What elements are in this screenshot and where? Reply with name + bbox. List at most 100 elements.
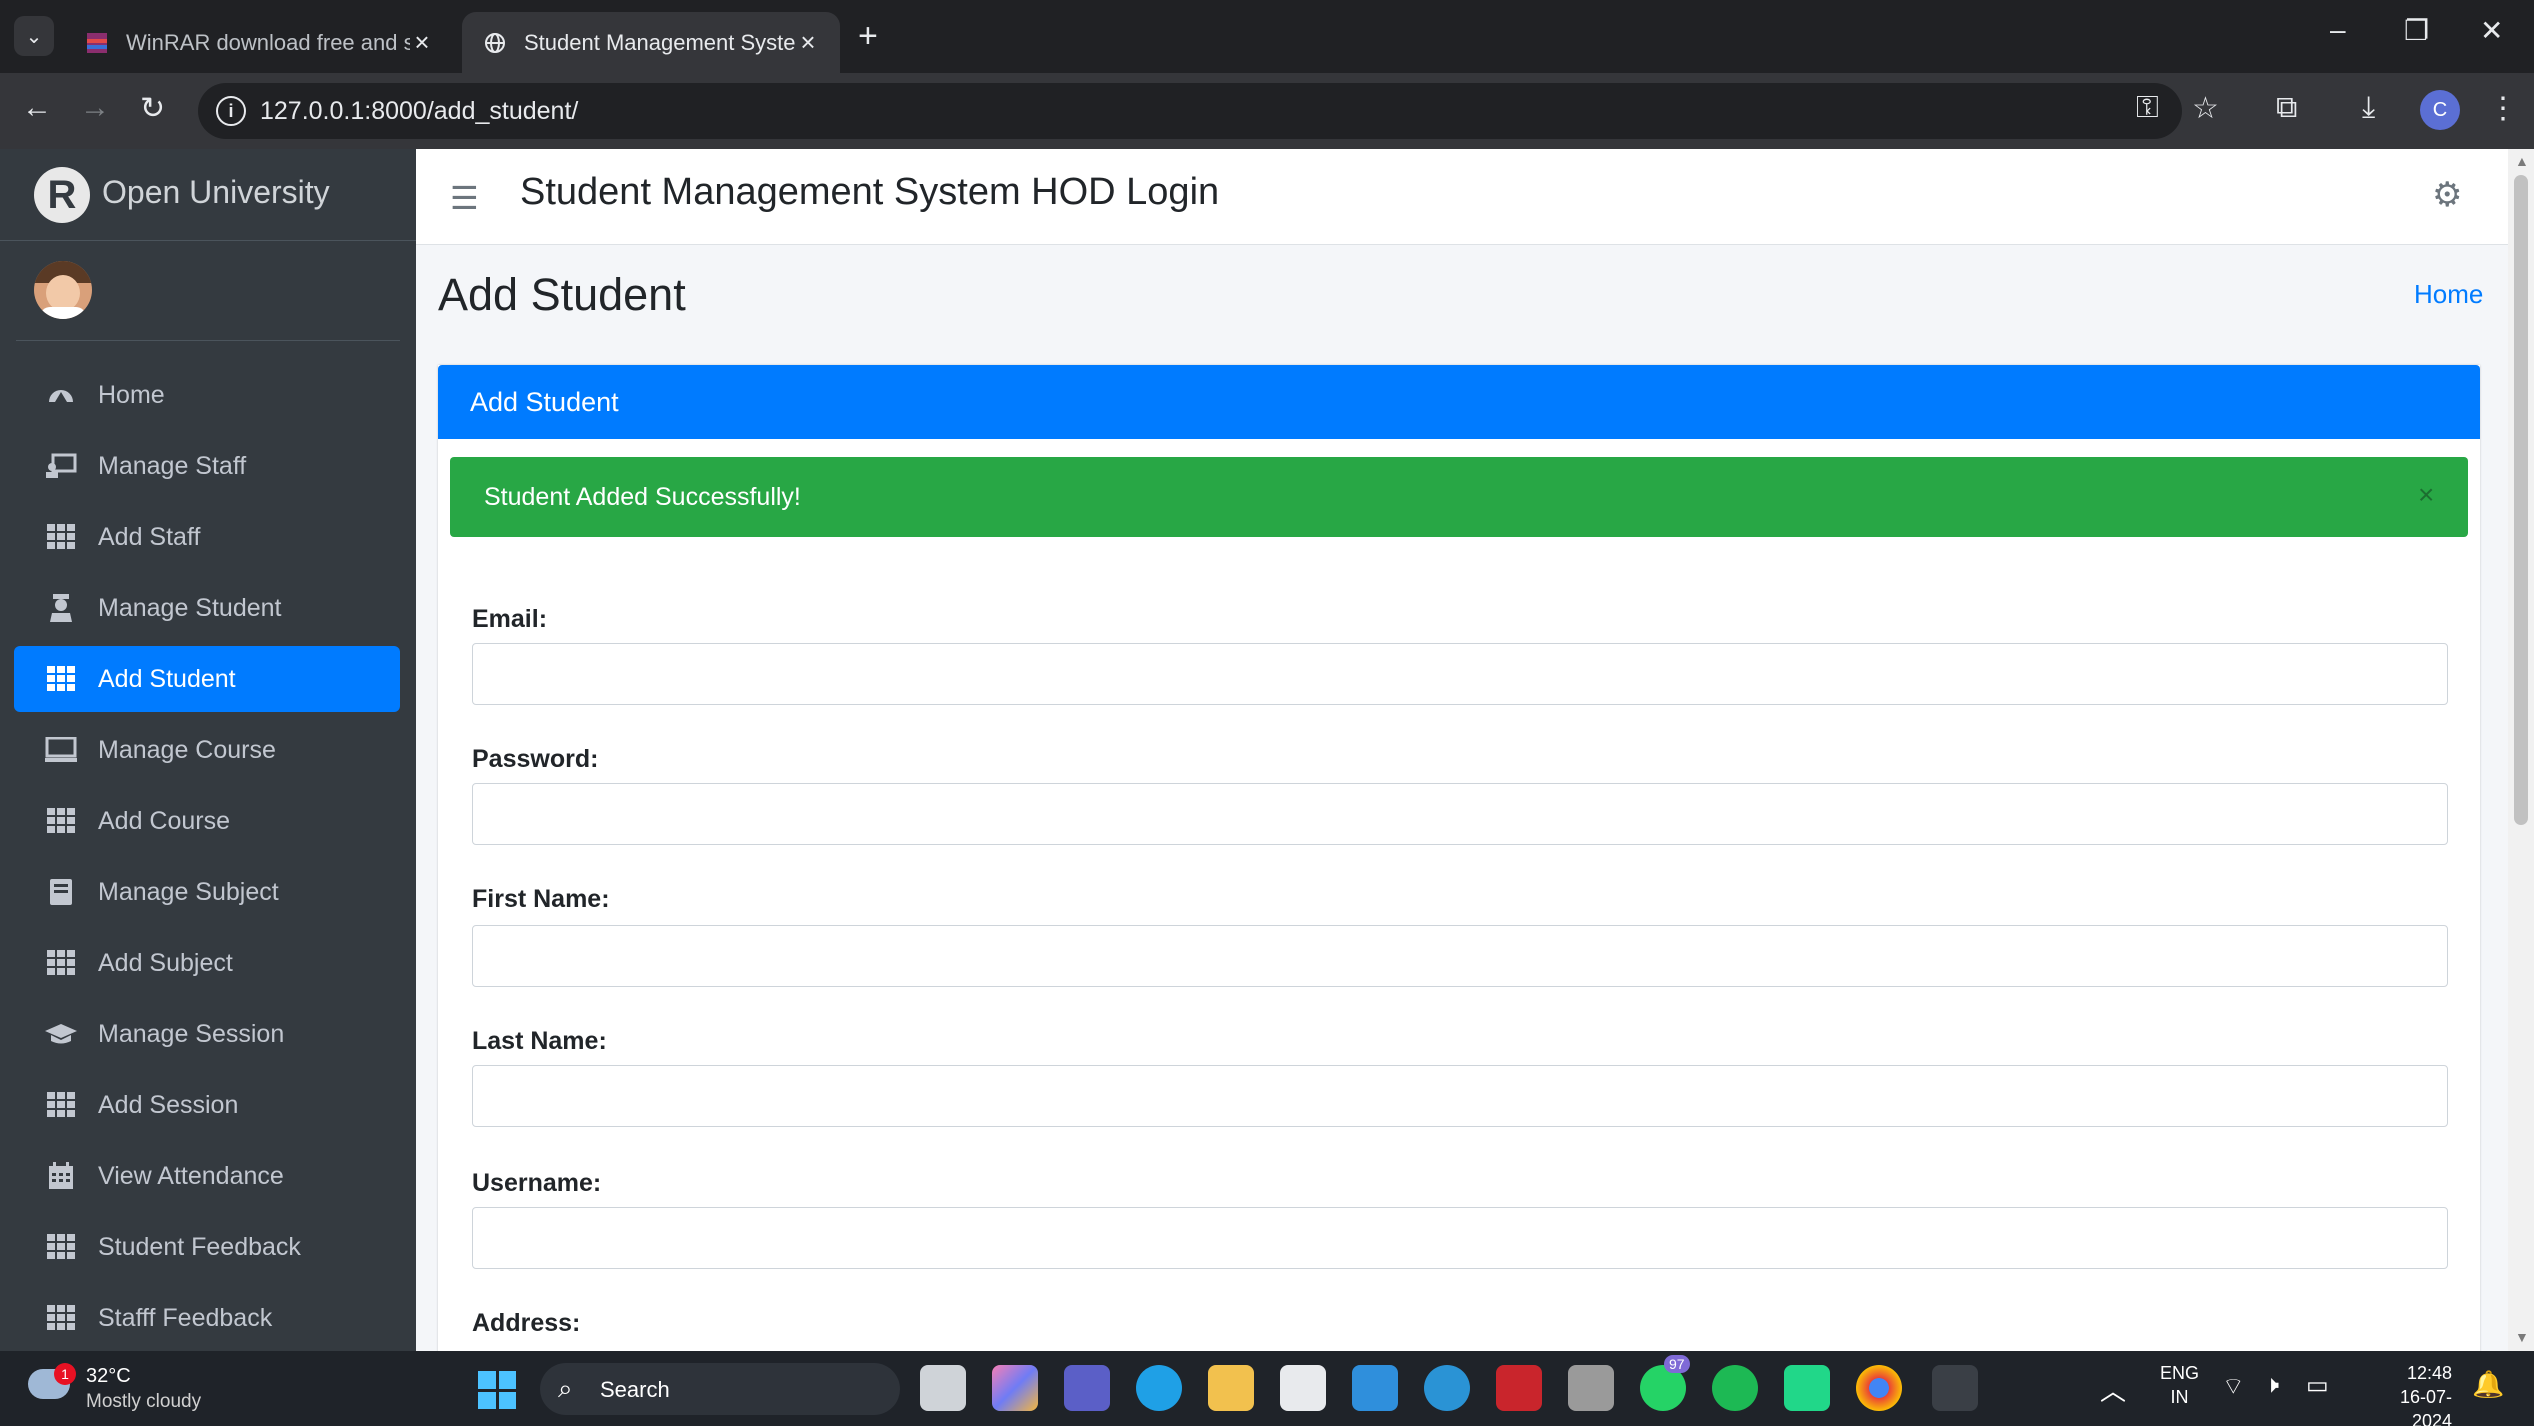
system-clock[interactable]: 12:48 16-07-2024 — [2360, 1361, 2452, 1426]
password-field[interactable] — [472, 783, 2448, 845]
reload-icon[interactable]: ↻ — [140, 91, 165, 126]
breadcrumb-home-link[interactable]: Home — [2414, 279, 2483, 310]
card-header: Add Student — [438, 365, 2480, 439]
sidebar-item-label: Manage Course — [98, 735, 276, 764]
sidebar-item-add-staff[interactable]: Add Staff — [14, 504, 400, 570]
back-arrow-icon[interactable]: ← — [22, 91, 52, 125]
wifi-icon[interactable]: ⌔ — [2222, 1371, 2245, 1401]
grid-icon — [44, 522, 78, 552]
clock-time: 12:48 — [2406, 1363, 2452, 1383]
last-name-label: Last Name: — [472, 1027, 607, 1055]
main-content: ☰ Student Management System HOD Login ⚙ … — [416, 149, 2508, 1351]
forward-arrow-icon[interactable]: → — [80, 91, 110, 125]
sidebar-item-label: Add Student — [98, 664, 236, 693]
edge-icon[interactable] — [1136, 1365, 1182, 1411]
sidebar-item-add-student[interactable]: Add Student — [14, 646, 400, 712]
brand-logo: R — [34, 167, 90, 223]
browser-tab-winrar[interactable]: WinRAR download free and sup × — [64, 12, 454, 73]
new-tab-button[interactable]: + — [858, 18, 878, 54]
top-navbar: ☰ Student Management System HOD Login ⚙ — [416, 149, 2508, 245]
brand-link[interactable]: R Open University — [0, 149, 416, 241]
sidebar-item-home[interactable]: Home — [14, 362, 400, 428]
close-tab-icon[interactable]: × — [796, 27, 820, 58]
sidebar-item-label: View Attendance — [98, 1161, 284, 1190]
success-alert: Student Added Successfully! × — [450, 457, 2468, 537]
volume-muted-icon[interactable]: 🕨 — [2264, 1371, 2279, 1399]
sidebar-item-add-subject[interactable]: Add Subject — [14, 930, 400, 996]
window-close-icon[interactable]: ✕ — [2480, 14, 2503, 47]
sidebar-item-manage-session[interactable]: Manage Session — [14, 1001, 400, 1067]
page-scrollbar[interactable]: ▲ ▼ — [2508, 149, 2534, 1351]
address-bar[interactable]: i 127.0.0.1:8000/add_student/ — [198, 83, 2182, 139]
chrome-icon[interactable] — [1856, 1365, 1902, 1411]
microsoft-store-icon[interactable] — [1280, 1365, 1326, 1411]
whatsapp-icon[interactable]: 97 — [1640, 1355, 1690, 1411]
help-icon[interactable] — [1424, 1365, 1470, 1411]
email-field[interactable] — [472, 643, 2448, 705]
chevron-up-icon[interactable]: ︿ — [2100, 1371, 2126, 1408]
username-field[interactable] — [472, 1207, 2448, 1269]
weather-condition: Mostly cloudy — [86, 1391, 202, 1412]
weather-widget[interactable]: 1 32°C Mostly cloudy — [28, 1363, 248, 1417]
sidebar-item-manage-subject[interactable]: Manage Subject — [14, 859, 400, 925]
sidebar-item-manage-course[interactable]: Manage Course — [14, 717, 400, 783]
language-indicator[interactable]: ENG IN — [2160, 1361, 2199, 1409]
search-label: Search — [600, 1377, 670, 1402]
whatsapp-badge: 97 — [1664, 1355, 1690, 1373]
battery-icon[interactable]: ▭ — [2306, 1371, 2329, 1400]
cc-app-icon[interactable] — [1568, 1365, 1614, 1411]
language-region: IN — [2170, 1387, 2189, 1407]
avatar[interactable] — [34, 261, 92, 319]
sidebar-item-label: Student Feedback — [98, 1232, 301, 1261]
site-info-icon[interactable]: i — [216, 96, 246, 126]
hamburger-menu-icon[interactable]: ☰ — [450, 179, 479, 217]
extensions-puzzle-icon[interactable]: ⧉ — [2276, 91, 2297, 125]
tab-search-button[interactable]: ⌄ — [14, 16, 54, 56]
notification-bell-icon[interactable]: 🔔 — [2472, 1369, 2504, 1400]
last-name-field[interactable] — [472, 1065, 2448, 1127]
sidebar-item-staff-feedback[interactable]: Stafff Feedback — [14, 1285, 400, 1351]
first-name-field[interactable] — [472, 925, 2448, 987]
password-key-icon[interactable]: ⚿ — [2136, 91, 2159, 125]
sidebar-item-add-course[interactable]: Add Course — [14, 788, 400, 854]
scrollbar-thumb[interactable] — [2514, 175, 2528, 825]
copilot-icon[interactable] — [992, 1365, 1038, 1411]
minimize-icon[interactable]: – — [2330, 14, 2346, 46]
sidebar-item-manage-staff[interactable]: Manage Staff — [14, 433, 400, 499]
grid-icon — [44, 948, 78, 978]
gear-icon[interactable]: ⚙ — [2432, 175, 2462, 215]
close-tab-icon[interactable]: × — [410, 27, 434, 58]
sidebar-item-add-session[interactable]: Add Session — [14, 1072, 400, 1138]
bookmark-star-icon[interactable]: ☆ — [2192, 91, 2219, 126]
task-view-icon[interactable] — [920, 1365, 966, 1411]
windows-start-icon[interactable] — [478, 1371, 516, 1409]
sidebar-item-label: Add Staff — [98, 522, 201, 551]
file-explorer-icon[interactable] — [1208, 1365, 1254, 1411]
profile-avatar[interactable]: C — [2420, 90, 2460, 130]
spotify-icon[interactable] — [1712, 1365, 1758, 1411]
close-icon[interactable]: × — [2418, 479, 2434, 511]
taskbar-search-box[interactable]: ⌕ Search — [540, 1363, 900, 1415]
mail-icon[interactable] — [1352, 1365, 1398, 1411]
sidebar-item-label: Manage Session — [98, 1019, 285, 1048]
sidebar-item-label: Manage Subject — [98, 877, 279, 906]
password-label: Password: — [472, 745, 599, 773]
browser-tab-student-management[interactable]: Student Management System | × — [462, 12, 840, 73]
sidebar-item-student-feedback[interactable]: Student Feedback — [14, 1214, 400, 1280]
scroll-up-icon[interactable]: ▲ — [2515, 153, 2529, 169]
tab-title: WinRAR download free and sup — [126, 29, 410, 55]
terminal-icon[interactable] — [1932, 1365, 1978, 1411]
browser-menu-icon[interactable]: ⋮ — [2488, 91, 2518, 126]
sidebar-item-label: Manage Student — [98, 593, 282, 622]
pycharm-icon[interactable] — [1784, 1365, 1830, 1411]
sidebar-item-label: Manage Staff — [98, 451, 247, 480]
restore-icon[interactable]: ❐ — [2404, 14, 2429, 47]
download-icon[interactable]: ⤓ — [2362, 91, 2375, 125]
sidebar-item-manage-student[interactable]: Manage Student — [14, 575, 400, 641]
mcafee-icon[interactable] — [1496, 1365, 1542, 1411]
scroll-down-icon[interactable]: ▼ — [2515, 1329, 2529, 1345]
grid-icon — [44, 1090, 78, 1120]
teams-icon[interactable] — [1064, 1365, 1110, 1411]
monitor-icon — [44, 735, 78, 765]
sidebar-item-view-attendance[interactable]: View Attendance — [14, 1143, 400, 1209]
